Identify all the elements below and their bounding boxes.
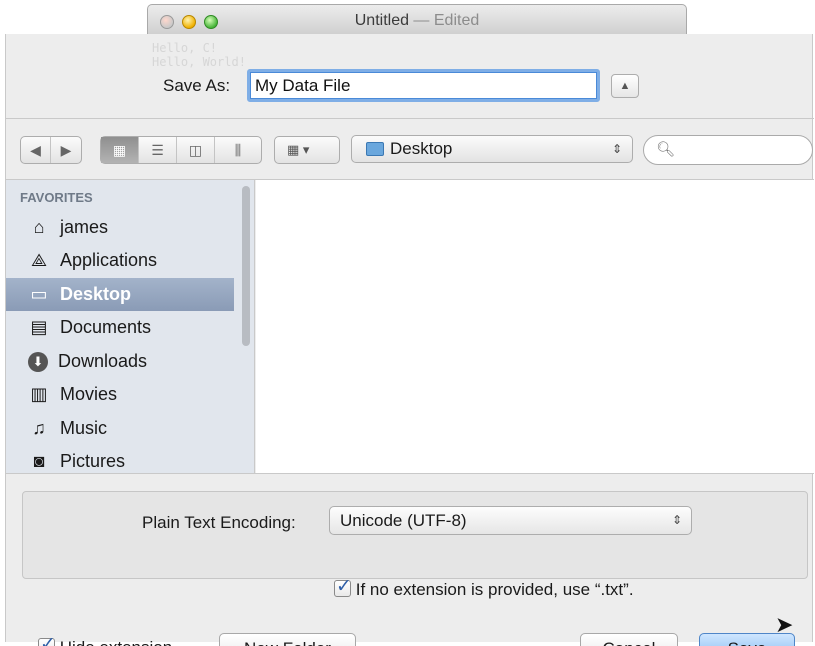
sidebar-item-documents[interactable]: ▤ Documents: [6, 311, 234, 344]
mouse-pointer-icon: ➤: [775, 612, 794, 637]
search-icon: 🔍︎: [656, 141, 676, 158]
extension-option: ✓ If no extension is provided, use “.txt…: [334, 576, 634, 600]
arrange-menu[interactable]: ▦ ▾: [274, 136, 340, 164]
movies-icon: ▥: [30, 384, 48, 404]
coverflow-view-icon: ⫼: [234, 141, 242, 158]
expand-dialog-button[interactable]: ▲: [611, 74, 639, 98]
back-button[interactable]: ◀: [21, 137, 51, 163]
background-text-line: Hello, World!: [152, 55, 246, 69]
hide-extension-option: ✓ Hide extension: [38, 634, 172, 646]
sidebar-scrollbar[interactable]: [242, 186, 250, 346]
forward-button[interactable]: ▶: [51, 137, 81, 163]
format-options-panel: [22, 491, 808, 579]
document-titlebar: Untitled — Edited: [147, 4, 687, 36]
coverflow-view-button[interactable]: ⫼: [215, 137, 261, 163]
sidebar-item-movies[interactable]: ▥ Movies: [6, 378, 234, 411]
applications-icon: ⟁: [30, 250, 48, 270]
document-title-separator: —: [408, 12, 434, 29]
encoding-label: Plain Text Encoding:: [142, 513, 296, 532]
column-view-icon: ◫: [188, 141, 203, 158]
list-view-icon: ☰: [151, 141, 164, 158]
encoding-select[interactable]: Unicode (UTF-8) ⇕: [329, 506, 692, 535]
document-title-status: Edited: [433, 12, 480, 29]
location-label: Desktop: [390, 139, 453, 158]
list-view-button[interactable]: ☰: [139, 137, 177, 163]
cancel-button[interactable]: Cancel: [580, 633, 678, 646]
file-browser-pane[interactable]: [256, 180, 814, 473]
save-as-input[interactable]: [247, 69, 600, 102]
sidebar-item-downloads[interactable]: ⬇ Downloads: [6, 345, 234, 378]
separator: [6, 473, 814, 474]
pictures-icon: ◙: [33, 451, 45, 471]
updown-arrows-icon: ⇕: [671, 513, 682, 527]
downloads-icon: ⬇: [28, 351, 48, 372]
sidebar-item-pictures[interactable]: ◙ Pictures: [6, 445, 234, 473]
icon-view-button[interactable]: ▦: [101, 137, 139, 163]
sidebar-item-label: Music: [60, 418, 108, 438]
dropdown-arrow-icon: ▾: [302, 142, 310, 157]
favorites-heading: FAVORITES: [20, 190, 93, 205]
save-sheet: Hello, C! Hello, World! Save As: ▲ ◀ ▶ ▦…: [5, 34, 814, 646]
sidebar: FAVORITES ⌂ james ⟁ Applications ▭ Deskt…: [6, 180, 255, 473]
separator: [6, 118, 814, 119]
folder-icon: [366, 142, 384, 156]
triangle-up-icon: ▲: [619, 80, 631, 92]
sidebar-item-label: Downloads: [58, 351, 148, 371]
checkmark-icon: ✓: [40, 634, 56, 646]
desktop-icon: ▭: [30, 284, 48, 304]
sidebar-item-label: Desktop: [60, 284, 132, 304]
document-title-name: Untitled: [354, 12, 409, 29]
music-icon: ♫: [32, 418, 46, 438]
sidebar-item-desktop[interactable]: ▭ Desktop: [6, 278, 234, 311]
search-field[interactable]: 🔍︎: [643, 135, 813, 165]
sidebar-item-label: Applications: [60, 250, 158, 270]
documents-icon: ▤: [30, 317, 48, 337]
icon-view-icon: ▦: [112, 141, 127, 158]
updown-arrows-icon: ⇕: [611, 142, 622, 156]
background-text-line: Hello, C!: [152, 41, 218, 55]
save-as-label: Save As:: [163, 76, 231, 95]
checkmark-icon: ✓: [336, 576, 352, 597]
extension-option-label: If no extension is provided, use “.txt”.: [355, 580, 634, 599]
sidebar-item-label: Movies: [60, 384, 118, 404]
document-title: Untitled — Edited: [148, 12, 686, 30]
sidebar-item-label: Documents: [60, 317, 152, 337]
extension-checkbox[interactable]: ✓: [334, 576, 352, 597]
chevron-right-icon: ▶: [60, 141, 72, 158]
sidebar-item-label: james: [60, 217, 109, 237]
sidebar-item-music[interactable]: ♫ Music: [6, 412, 234, 445]
chevron-left-icon: ◀: [30, 141, 41, 158]
hide-extension-checkbox[interactable]: ✓: [38, 634, 56, 646]
home-icon: ⌂: [33, 217, 45, 237]
new-folder-button[interactable]: New Folder: [219, 633, 356, 646]
location-popup[interactable]: Desktop ⇕: [351, 135, 633, 163]
back-forward-control: ◀ ▶: [20, 136, 82, 164]
sidebar-item-label: Pictures: [60, 451, 126, 471]
encoding-value: Unicode (UTF-8): [340, 511, 467, 530]
sidebar-item-applications[interactable]: ⟁ Applications: [6, 244, 234, 277]
sidebar-item-james[interactable]: ⌂ james: [6, 211, 234, 244]
hide-extension-label: Hide extension: [60, 638, 172, 646]
view-mode-control: ▦ ☰ ◫ ⫼: [100, 136, 262, 164]
arrange-grid-icon: ▦: [287, 142, 300, 157]
column-view-button[interactable]: ◫: [177, 137, 215, 163]
